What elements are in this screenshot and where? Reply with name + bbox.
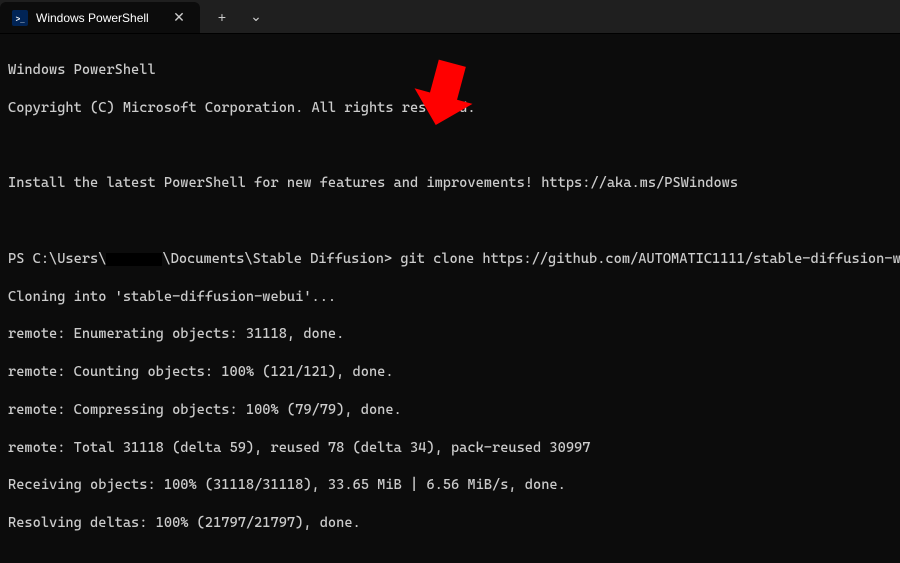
terminal-line: Windows PowerShell	[8, 61, 892, 80]
terminal-output[interactable]: Windows PowerShell Copyright (C) Microso…	[0, 34, 900, 560]
terminal-line: Install the latest PowerShell for new fe…	[8, 174, 892, 193]
terminal-line: Receiving objects: 100% (31118/31118), 3…	[8, 476, 892, 495]
svg-text:>_: >_	[16, 14, 26, 23]
terminal-line: Cloning into 'stable-diffusion-webui'...	[8, 288, 892, 307]
terminal-line: remote: Compressing objects: 100% (79/79…	[8, 401, 892, 420]
window-titlebar: >_ Windows PowerShell ✕ + ⌄	[0, 0, 900, 34]
terminal-line: remote: Counting objects: 100% (121/121)…	[8, 363, 892, 382]
prompt-prefix: PS C:\Users\	[8, 251, 106, 267]
tab-close-button[interactable]: ✕	[170, 9, 188, 27]
new-tab-button[interactable]: +	[206, 0, 238, 33]
terminal-line: remote: Enumerating objects: 31118, done…	[8, 325, 892, 344]
redacted-username	[106, 253, 162, 266]
terminal-line: Copyright (C) Microsoft Corporation. All…	[8, 99, 892, 118]
powershell-icon: >_	[12, 10, 28, 26]
terminal-blank	[8, 136, 892, 155]
terminal-line: remote: Total 31118 (delta 59), reused 7…	[8, 439, 892, 458]
titlebar-actions: + ⌄	[200, 0, 272, 33]
tab-dropdown-button[interactable]: ⌄	[240, 0, 272, 33]
terminal-blank	[8, 212, 892, 231]
prompt-suffix: \Documents\Stable Diffusion>	[162, 251, 400, 267]
command-text: git clone https://github.com/AUTOMATIC11…	[400, 251, 900, 267]
terminal-prompt-line: PS C:\Users\ \Documents\Stable Diffusion>…	[8, 250, 892, 269]
tab-title: Windows PowerShell	[36, 11, 162, 25]
tab-powershell[interactable]: >_ Windows PowerShell ✕	[0, 2, 200, 33]
terminal-line: Resolving deltas: 100% (21797/21797), do…	[8, 514, 892, 533]
